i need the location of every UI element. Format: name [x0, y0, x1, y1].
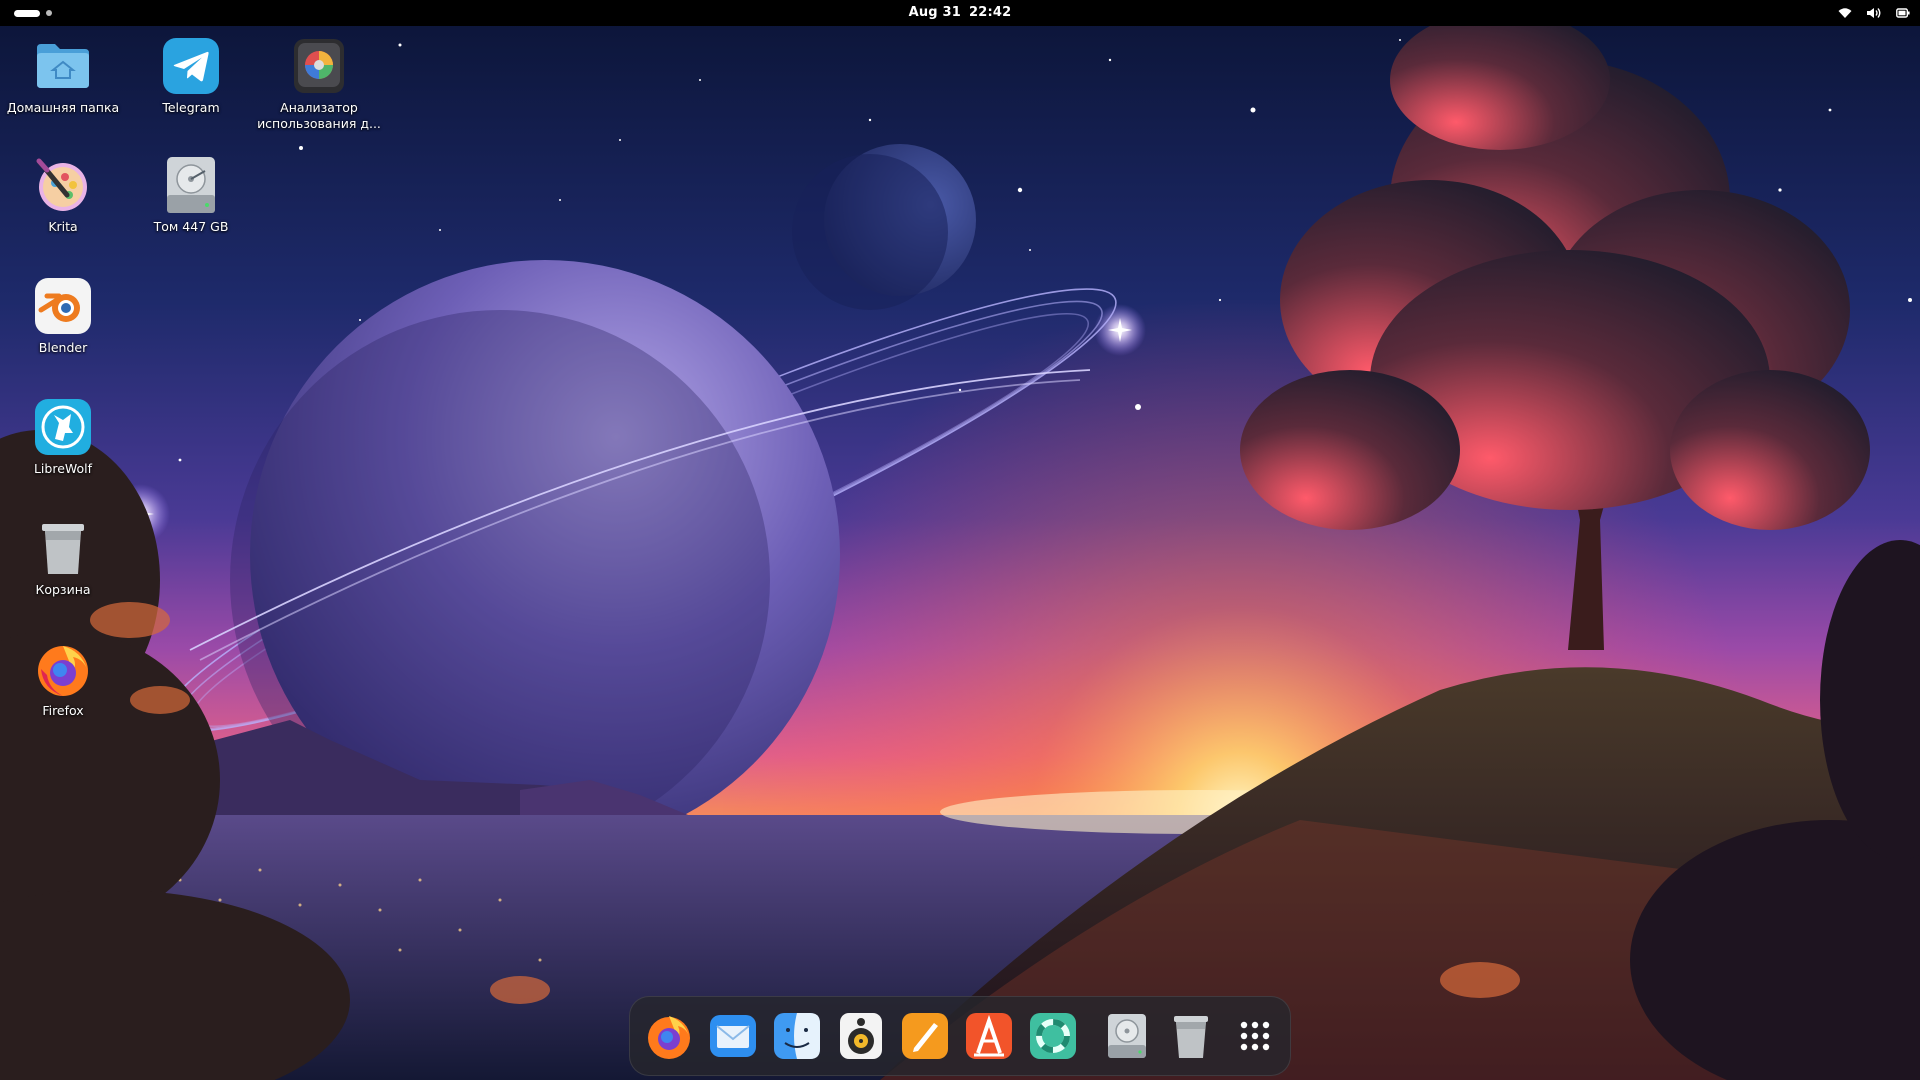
finder-icon — [774, 1013, 820, 1059]
dock-item-firefox[interactable] — [644, 1011, 694, 1061]
telegram-icon — [163, 38, 219, 94]
desktop-icon-disk-usage-analyzer[interactable]: Анализатор использования д... — [255, 36, 383, 132]
dock-item-trash[interactable] — [1166, 1011, 1216, 1061]
top-bar: Aug 31 22:42 — [0, 0, 1920, 26]
show-apps-grid-icon — [1240, 1021, 1270, 1051]
desktop-icon-label: Домашняя папка — [6, 100, 120, 115]
home-folder-icon — [37, 44, 89, 88]
trash-icon — [1174, 1016, 1208, 1058]
dock-item-app-store[interactable] — [964, 1011, 1014, 1061]
desktop-icon-label: Telegram — [162, 100, 220, 115]
help-lifebuoy-icon — [1030, 1013, 1076, 1059]
desktop-icon-home-folder[interactable]: Домашняя папка — [0, 36, 127, 116]
disk-usage-analyzer-icon — [294, 39, 344, 93]
dock-item-help[interactable] — [1028, 1011, 1078, 1061]
librewolf-icon — [35, 399, 91, 455]
dock-item-rhythmbox[interactable] — [836, 1011, 886, 1061]
battery-icon — [1896, 8, 1910, 18]
desktop-icon-trash[interactable]: Корзина — [0, 518, 127, 598]
desktop-icon-volume[interactable]: Том 447 GB — [127, 155, 255, 235]
hard-drive-icon — [167, 157, 215, 213]
dock-item-hard-drive[interactable] — [1102, 1011, 1152, 1061]
hard-drive-icon — [1108, 1014, 1146, 1058]
volume-icon — [1867, 8, 1881, 18]
firefox-icon — [648, 1016, 690, 1059]
desktop-icon-label: Blender — [38, 340, 88, 355]
app-store-icon — [966, 1013, 1012, 1059]
system-status-area[interactable] — [1838, 4, 1910, 22]
dock-item-finder[interactable] — [772, 1011, 822, 1061]
rhythmbox-icon — [840, 1013, 882, 1059]
desktop-icon-label: Корзина — [35, 582, 91, 597]
desktop-icon-label: Том 447 GB — [153, 219, 229, 234]
dock-item-text-editor[interactable] — [900, 1011, 950, 1061]
mail-icon — [710, 1015, 756, 1057]
wifi-icon — [1838, 8, 1852, 18]
desktop-icon-krita[interactable]: Krita — [0, 155, 127, 235]
krita-icon — [36, 158, 87, 211]
trash-icon — [42, 524, 84, 574]
text-editor-icon — [902, 1013, 948, 1059]
clock[interactable]: Aug 31 22:42 — [0, 0, 1920, 26]
clock-date: Aug 31 — [908, 5, 962, 20]
firefox-icon — [38, 646, 88, 696]
desktop-icon-label: Krita — [48, 219, 78, 234]
dock-item-show-apps[interactable] — [1230, 1011, 1280, 1061]
desktop-wallpaper — [0, 0, 1920, 1080]
desktop-icon-label: Firefox — [42, 703, 84, 718]
clock-time: 22:42 — [969, 5, 1012, 20]
desktop-icon-label: LibreWolf — [33, 461, 93, 476]
desktop-icon-telegram[interactable]: Telegram — [127, 36, 255, 116]
dock-item-mail[interactable] — [708, 1011, 758, 1061]
dock — [629, 996, 1291, 1076]
desktop-icon-librewolf[interactable]: LibreWolf — [0, 397, 127, 477]
desktop-icon-firefox[interactable]: Firefox — [0, 639, 127, 719]
blender-icon — [35, 278, 91, 334]
desktop-icon-blender[interactable]: Blender — [0, 276, 127, 356]
desktop-icon-label: Анализатор использования д... — [257, 100, 381, 131]
